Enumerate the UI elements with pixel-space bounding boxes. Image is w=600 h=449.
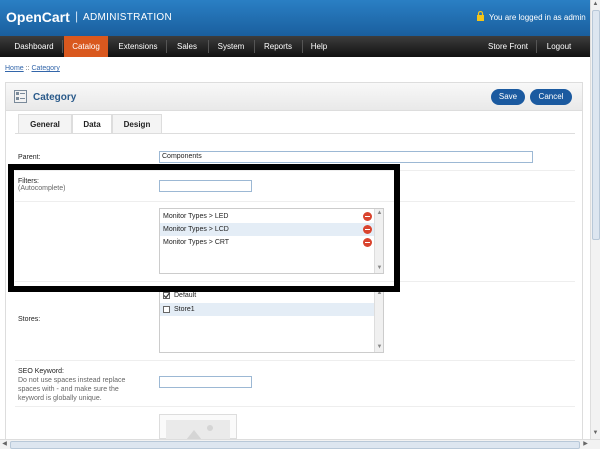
store-checkbox[interactable]	[163, 306, 170, 313]
menu-reports[interactable]: Reports	[258, 36, 298, 57]
page-vertical-scrollbar[interactable]: ▲ ▼	[590, 0, 600, 439]
tab-divider	[15, 133, 575, 134]
main-menu: Dashboard Catalog Extensions Sales Syste…	[0, 36, 590, 57]
menu-catalog[interactable]: Catalog	[64, 36, 108, 57]
cancel-button[interactable]: Cancel	[530, 89, 572, 105]
row-divider	[15, 360, 575, 361]
seo-keyword-input[interactable]	[159, 376, 252, 388]
category-icon	[14, 90, 27, 103]
scrollbar[interactable]: ▲ ▼	[374, 289, 383, 352]
scroll-right-icon[interactable]: ▶	[581, 440, 590, 449]
menu-store-front[interactable]: Store Front	[484, 36, 532, 57]
highlight-box	[8, 164, 400, 292]
page-vertical-thumb[interactable]	[592, 10, 600, 240]
seo-label: SEO Keyword:	[18, 368, 64, 375]
logged-in-status: You are logged in as admin	[489, 13, 586, 22]
seo-label-group: SEO Keyword: Do not use spaces instead r…	[18, 367, 143, 403]
seo-hint: Do not use spaces instead replace spaces…	[18, 377, 126, 402]
page-horizontal-scrollbar[interactable]: ◀ ▶	[0, 439, 600, 449]
scroll-left-icon[interactable]: ◀	[0, 440, 9, 449]
breadcrumb-separator: ::	[25, 65, 30, 72]
page-horizontal-thumb[interactable]	[10, 441, 580, 449]
image-placeholder-icon	[166, 420, 230, 440]
breadcrumb-home[interactable]: Home	[5, 65, 24, 72]
store-checkbox-checked[interactable]	[163, 292, 170, 299]
breadcrumb-category[interactable]: Category	[31, 65, 59, 72]
tab-design[interactable]: Design	[112, 114, 162, 133]
tab-general[interactable]: General	[18, 114, 72, 133]
stores-scrollbox[interactable]: Default Store1 ▲ ▼	[159, 288, 384, 353]
scroll-up-icon[interactable]: ▲	[591, 0, 600, 9]
parent-label: Parent:	[18, 154, 41, 161]
opencart-logo[interactable]: OpenCart	[6, 9, 70, 25]
menu-help[interactable]: Help	[306, 36, 332, 57]
store-item[interactable]: Store1	[160, 303, 375, 316]
menu-logout[interactable]: Logout	[540, 36, 578, 57]
category-image[interactable]	[159, 414, 237, 440]
store-item-label: Store1	[174, 306, 195, 313]
logo-separator: |	[75, 9, 79, 23]
page-title: Category	[33, 92, 77, 103]
menu-extensions[interactable]: Extensions	[112, 36, 164, 57]
breadcrumb: Home :: Category	[5, 65, 60, 72]
administration-label: ADMINISTRATION	[83, 12, 173, 23]
row-divider	[15, 406, 575, 407]
stores-label: Stores:	[18, 316, 41, 323]
menu-dashboard[interactable]: Dashboard	[8, 36, 60, 57]
box-heading: Category Save Cancel	[6, 83, 582, 111]
save-button[interactable]: Save	[491, 89, 525, 105]
lock-icon	[477, 11, 484, 21]
scroll-down-icon[interactable]: ▼	[376, 344, 383, 351]
tab-data[interactable]: Data	[72, 114, 112, 134]
store-item-label: Default	[174, 292, 197, 299]
menu-system[interactable]: System	[212, 36, 250, 57]
parent-input[interactable]: Components	[159, 151, 533, 163]
header: OpenCart | ADMINISTRATION You are logged…	[0, 0, 590, 36]
scroll-down-icon[interactable]: ▼	[591, 429, 600, 438]
menu-sales[interactable]: Sales	[170, 36, 204, 57]
